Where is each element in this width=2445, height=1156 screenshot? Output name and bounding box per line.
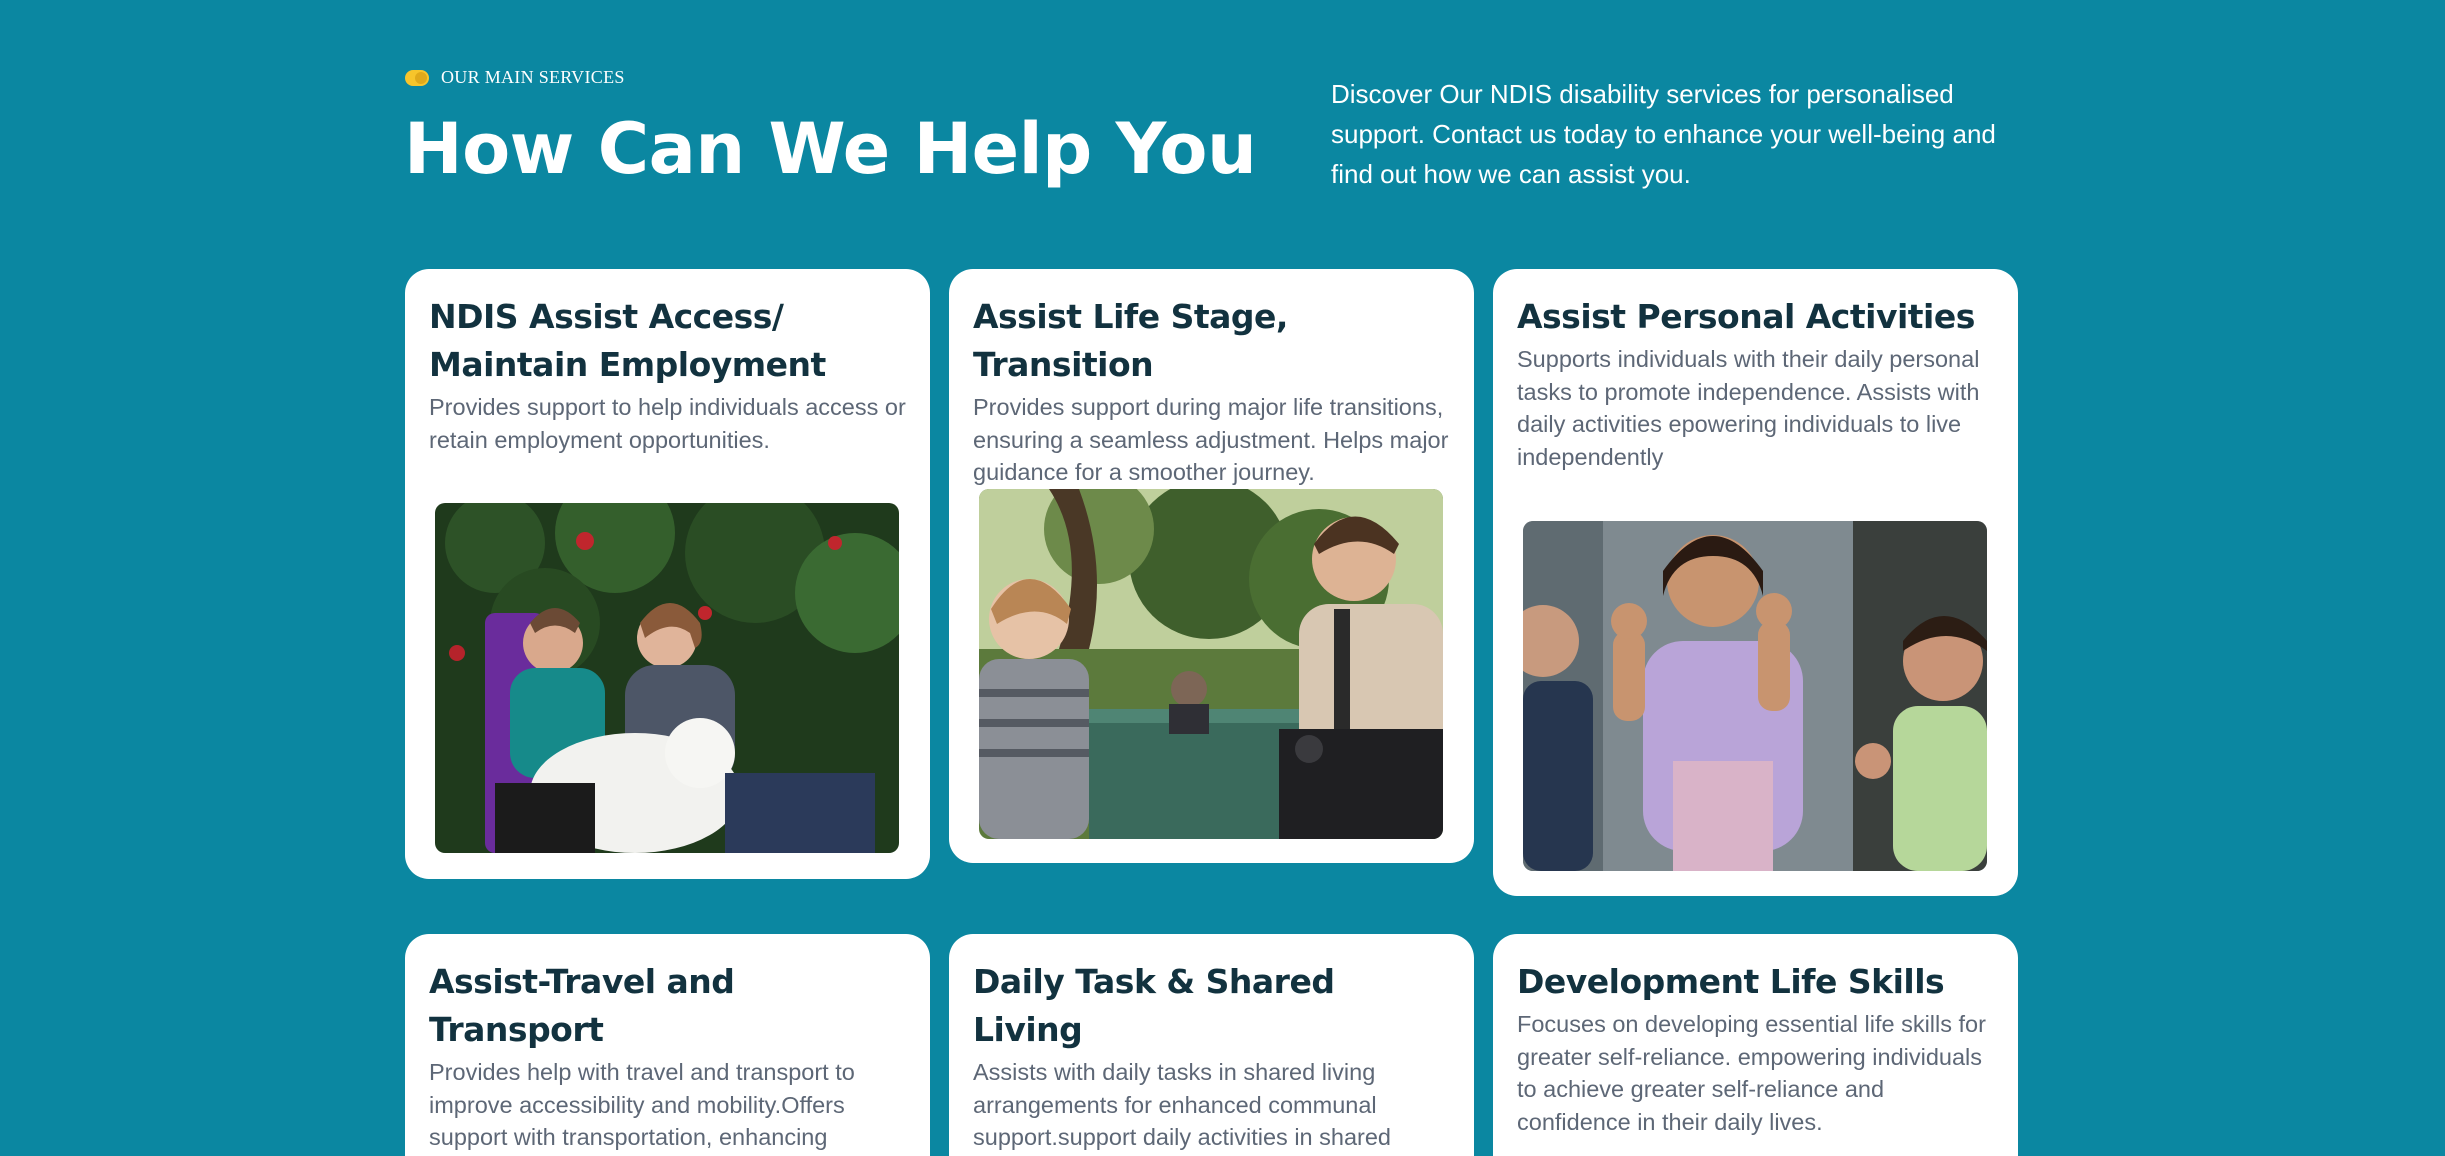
service-card-personal-activities[interactable]: Assist Personal Activities Supports indi…: [1493, 269, 2018, 896]
eyebrow-label: OUR MAIN SERVICES: [441, 67, 625, 87]
service-card-description: Assists with daily tasks in shared livin…: [973, 1059, 1391, 1150]
service-card-employment[interactable]: NDIS Assist Access/ Maintain Employment …: [405, 269, 930, 879]
service-card-title: Development Life Skills: [1517, 962, 1945, 1001]
service-photo-employment: [435, 503, 899, 853]
service-card-description: Provides support to help individuals acc…: [429, 394, 906, 453]
service-card-life-stage[interactable]: Assist Life Stage, Transition Provides s…: [949, 269, 1474, 863]
service-card-title: Assist Personal Activities: [1517, 297, 1975, 336]
service-card-life-skills[interactable]: Development Life Skills Focuses on devel…: [1493, 934, 2018, 1156]
service-card-title: Assist-Travel and Transport: [429, 962, 735, 1049]
service-card-travel-transport[interactable]: Assist-Travel and Transport Provides hel…: [405, 934, 930, 1156]
service-card-title: NDIS Assist Access/ Maintain Employment: [429, 297, 826, 384]
service-card-description: Provides support during major life trans…: [973, 394, 1449, 485]
service-photo-life-stage: [979, 489, 1443, 839]
services-section: OUR MAIN SERVICES How Can We Help You Di…: [0, 0, 2445, 1156]
page-title: How Can We Help You: [404, 108, 1257, 190]
service-card-shared-living[interactable]: Daily Task & Shared Living Assists with …: [949, 934, 1474, 1156]
service-card-description: Focuses on developing essential life ski…: [1517, 1011, 1986, 1135]
toggle-dot-icon: [405, 69, 429, 86]
service-card-title: Daily Task & Shared Living: [973, 962, 1335, 1049]
service-photo-personal-activities: [1523, 521, 1987, 871]
service-card-description: Provides help with travel and transport …: [429, 1059, 855, 1150]
service-card-title: Assist Life Stage, Transition: [973, 297, 1288, 384]
intro-text: Discover Our NDIS disability services fo…: [1331, 79, 1996, 189]
section-eyebrow: OUR MAIN SERVICES: [405, 67, 625, 88]
service-card-description: Supports individuals with their daily pe…: [1517, 346, 1980, 470]
